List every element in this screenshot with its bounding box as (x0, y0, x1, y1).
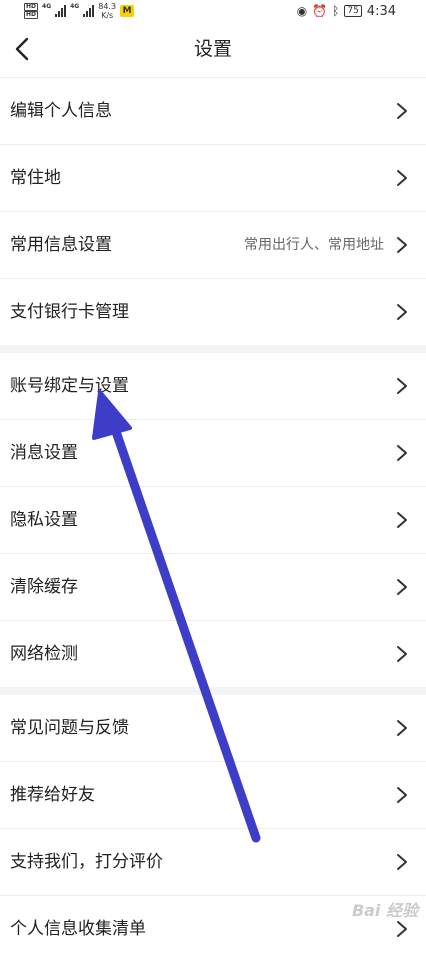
network-speed: 84.3 K/s (98, 2, 117, 20)
settings-item-faq-feedback[interactable]: 常见问题与反馈 (0, 695, 426, 762)
settings-item-subtitle: 常用出行人、常用地址 (244, 237, 384, 253)
settings-group-1: 编辑个人信息 常住地 常用信息设置 常用出行人、常用地址 支付银行卡管理 (0, 78, 426, 345)
chevron-right-icon (397, 579, 407, 595)
mail-notification-icon: M (120, 5, 135, 17)
nav-header: 设置 (0, 22, 426, 78)
chevron-right-icon (397, 378, 407, 394)
chevron-right-icon (397, 445, 407, 461)
bluetooth-icon: ᛒ (332, 4, 340, 18)
network-type-1: 4G (42, 3, 52, 10)
status-bar-right: ◉ ⏰ ᛒ 75 4:34 (297, 0, 396, 22)
settings-group-2: 账号绑定与设置 消息设置 隐私设置 清除缓存 网络检测 (0, 353, 426, 687)
page-title: 设置 (193, 38, 232, 60)
settings-list: 编辑个人信息 常住地 常用信息设置 常用出行人、常用地址 支付银行卡管理 账号绑… (0, 78, 426, 962)
settings-item-network-check[interactable]: 网络检测 (0, 621, 426, 687)
settings-item-bank-cards[interactable]: 支付银行卡管理 (0, 279, 426, 345)
watermark-logo: Bai 经验 (351, 901, 418, 920)
settings-item-recommend-friends[interactable]: 推荐给好友 (0, 762, 426, 829)
chevron-right-icon (397, 170, 407, 186)
settings-item-messages[interactable]: 消息设置 (0, 420, 426, 487)
chevron-right-icon (397, 646, 407, 662)
alarm-icon: ⏰ (312, 4, 328, 18)
settings-item-label: 消息设置 (10, 443, 78, 463)
signal-icon-2 (83, 5, 95, 17)
chevron-right-icon (397, 512, 407, 528)
settings-item-label: 常住地 (10, 168, 61, 188)
clock: 4:34 (366, 3, 396, 19)
settings-item-edit-profile[interactable]: 编辑个人信息 (0, 78, 426, 145)
signal-icon (55, 5, 67, 17)
hd-indicator: HD HD (24, 3, 39, 19)
settings-item-rate-us[interactable]: 支持我们，打分评价 (0, 829, 426, 896)
settings-group-3: 常见问题与反馈 推荐给好友 支持我们，打分评价 个人信息收集清单 (0, 695, 426, 962)
eye-icon: ◉ (296, 4, 308, 18)
settings-item-label: 常用信息设置 (10, 235, 112, 255)
settings-item-label: 账号绑定与设置 (10, 376, 129, 396)
settings-item-label: 支持我们，打分评价 (10, 852, 163, 872)
settings-item-residence[interactable]: 常住地 (0, 145, 426, 212)
chevron-right-icon (397, 237, 407, 253)
settings-item-label: 网络检测 (10, 644, 78, 664)
settings-item-privacy[interactable]: 隐私设置 (0, 487, 426, 554)
status-bar: HD HD 4G 4G 84.3 K/s M ◉ ⏰ ᛒ 75 4:34 (0, 0, 426, 22)
hd-bottom-label: HD (24, 11, 39, 19)
settings-item-label: 个人信息收集清单 (10, 919, 146, 939)
chevron-right-icon (397, 921, 407, 937)
battery-icon: 75 (344, 5, 362, 17)
settings-item-label: 常见问题与反馈 (10, 718, 129, 738)
chevron-right-icon (397, 787, 407, 803)
chevron-right-icon (397, 103, 407, 119)
group-divider (0, 345, 426, 353)
chevron-right-icon (397, 720, 407, 736)
settings-item-common-info[interactable]: 常用信息设置 常用出行人、常用地址 (0, 212, 426, 279)
settings-item-clear-cache[interactable]: 清除缓存 (0, 554, 426, 621)
settings-item-account-binding[interactable]: 账号绑定与设置 (0, 353, 426, 420)
settings-item-label: 清除缓存 (10, 577, 78, 597)
status-bar-left: HD HD 4G 4G 84.3 K/s M (24, 0, 135, 22)
settings-item-label: 编辑个人信息 (10, 101, 112, 121)
notif-glyph: M (122, 6, 132, 16)
settings-item-label: 推荐给好友 (10, 785, 95, 805)
group-divider (0, 687, 426, 695)
chevron-right-icon (397, 304, 407, 320)
settings-item-label: 隐私设置 (10, 510, 78, 530)
hd-top-label: HD (24, 3, 39, 11)
chevron-right-icon (397, 854, 407, 870)
settings-item-label: 支付银行卡管理 (10, 302, 129, 322)
network-type-2: 4G (70, 3, 80, 10)
